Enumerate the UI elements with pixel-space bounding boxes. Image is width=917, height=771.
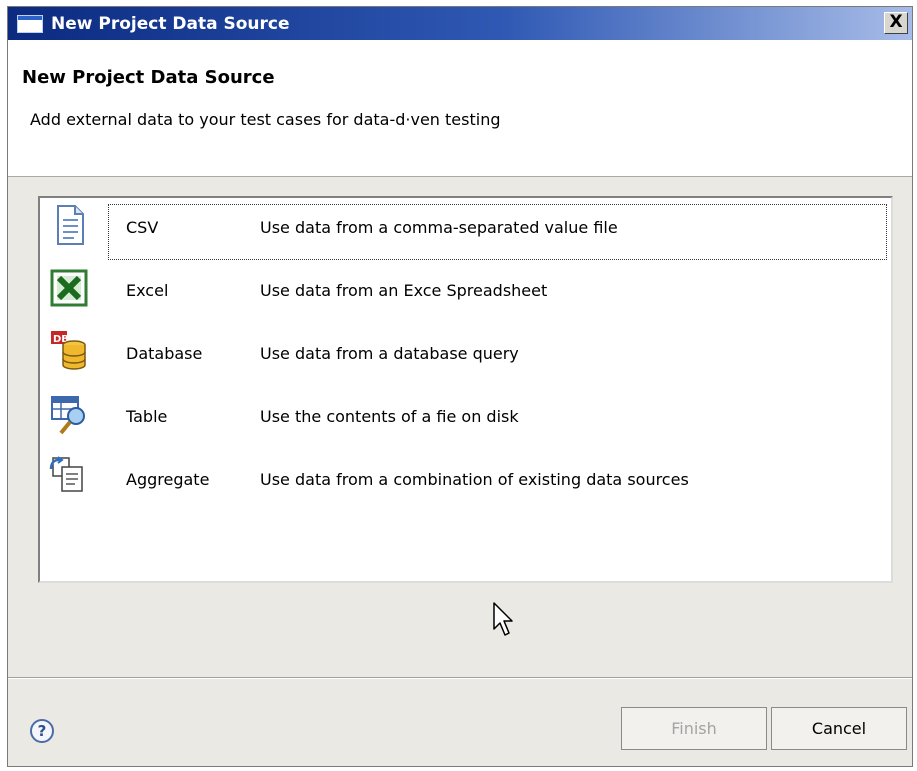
list-item-aggregate[interactable]: Aggregate Use data from a combination of… (40, 451, 891, 513)
footer-separator (8, 677, 912, 679)
page-title: New Project Data Source (22, 67, 275, 88)
source-description: Use data from a combination of existing … (260, 470, 689, 489)
mouse-cursor-icon (493, 602, 513, 636)
database-icon: DB (51, 331, 86, 370)
source-description: Use the contents of a fie on disk (260, 407, 519, 426)
close-button[interactable]: X (884, 12, 908, 34)
list-item-excel[interactable]: Excel Use data from an Exce Spreadsheet (40, 262, 891, 324)
window-title: New Project Data Source (51, 13, 290, 34)
source-name: Database (126, 344, 203, 363)
cancel-button[interactable]: Cancel (771, 707, 907, 750)
source-name: CSV (126, 218, 159, 237)
data-source-list[interactable]: CSV Use data from a comma-separated valu… (38, 196, 893, 583)
list-item-database[interactable]: DB Database Use data from a database que… (40, 325, 891, 387)
list-item-csv[interactable]: CSV Use data from a comma-separated valu… (40, 199, 891, 261)
help-icon[interactable]: ? (30, 719, 54, 743)
aggregate-icon (49, 456, 83, 492)
window-icon (17, 14, 43, 33)
wizard-header: New Project Data Source Add external dat… (8, 40, 912, 177)
source-name: Excel (126, 281, 169, 300)
title-bar[interactable]: New Project Data Source X (8, 7, 912, 40)
text-file-icon (57, 205, 84, 245)
list-item-table[interactable]: Table Use the contents of a fie on disk (40, 388, 891, 450)
excel-icon (50, 269, 88, 307)
table-search-icon (51, 396, 85, 435)
source-name: Table (126, 407, 168, 426)
source-description: Use data from a comma-separated value fi… (260, 218, 618, 237)
source-description: Use data from an Exce Spreadsheet (260, 281, 548, 300)
new-project-data-source-dialog: New Project Data Source X New Project Da… (7, 6, 913, 767)
source-description: Use data from a database query (260, 344, 519, 363)
finish-button[interactable]: Finish (621, 707, 767, 750)
source-name: Aggregate (126, 470, 210, 489)
page-description: Add external data to your test cases for… (30, 110, 501, 129)
